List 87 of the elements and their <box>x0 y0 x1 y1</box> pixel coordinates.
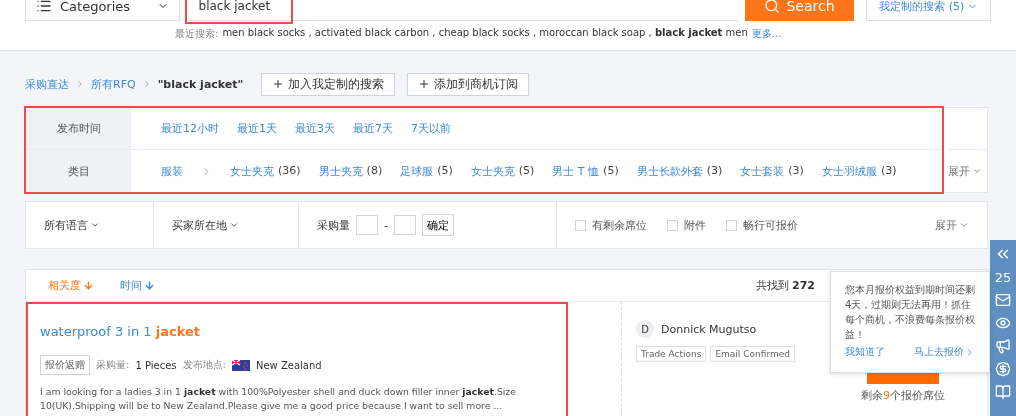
plus-icon <box>272 78 285 90</box>
chevron-right-icon <box>75 79 85 89</box>
saved-searches-button[interactable]: 我定制的搜索 (5) <box>866 0 991 21</box>
buyer-badge: Trade Actions <box>636 346 707 362</box>
expand-toggle[interactable]: 展开 <box>935 217 969 233</box>
new-zealand-flag-icon <box>231 359 250 371</box>
buyer-name: Donnick Mugutso <box>661 322 757 336</box>
checkbox-label: 畅行可报价 <box>743 217 798 233</box>
chevron-down-icon <box>90 220 100 230</box>
result-title[interactable]: waterproof 3 in 1 jacket <box>40 324 554 339</box>
mail-icon[interactable] <box>995 292 1011 308</box>
location-value: New Zealand <box>255 359 322 371</box>
search-button[interactable]: Search <box>744 0 855 21</box>
result-description: I am looking for a ladies 3 in 1 jacket with 100%Polyester shell and duck down filler inner jacket.Size 10(UK).Shipping will be to New Zealand.Please give me a good price because I want to sell more ... <box>40 385 517 413</box>
buyer-avatar: D <box>636 320 654 338</box>
filter-option[interactable]: 最近12小时 <box>161 121 219 136</box>
option-count: (3) <box>788 163 804 179</box>
option-count: (3) <box>880 163 897 179</box>
option-count: (5) <box>518 163 535 179</box>
language-dropdown[interactable]: 所有语言 <box>44 217 100 233</box>
chevron-down-icon <box>229 220 239 230</box>
filter-option[interactable]: 女士羽绒服 <box>821 163 877 179</box>
arrow-down-icon <box>83 280 94 291</box>
expand-toggle[interactable]: 展开 <box>948 163 982 179</box>
filter-option[interactable]: 7天以前 <box>411 121 451 136</box>
recent-searches: men black socks , activated black carbon , cheap black socks , moroccan black soap , black jacket men <box>222 27 748 40</box>
checkbox-label: 有剩余席位 <box>592 217 647 233</box>
filter-option[interactable]: 女士夹克 <box>230 163 274 179</box>
results-count: 共找到 272 <box>755 278 815 293</box>
filter-option[interactable]: 最近1天 <box>237 121 277 136</box>
buyer-badge: Email Confirmed <box>710 346 795 362</box>
eye-icon[interactable] <box>995 315 1011 331</box>
option-count: (3) <box>706 163 723 179</box>
checkbox[interactable] <box>667 219 678 231</box>
checkbox-label: 附件 <box>684 217 706 233</box>
filter-option[interactable]: 女士夹克 <box>470 163 515 179</box>
add-button[interactable]: 加入我定制的搜索 <box>261 72 396 96</box>
checkbox[interactable] <box>726 219 737 231</box>
option-count: (36) <box>278 163 301 179</box>
quantity-max-field[interactable] <box>394 215 416 235</box>
book-icon[interactable] <box>995 384 1011 400</box>
sort-tab[interactable]: 时间 <box>120 278 155 293</box>
checkbox[interactable] <box>575 219 586 231</box>
quantity-label: 采购量 <box>317 217 350 233</box>
breadcrumb-link[interactable]: 采购直达 <box>25 76 69 92</box>
quantity-value: 1 Pieces <box>135 359 177 371</box>
option-count: (8) <box>366 163 383 179</box>
search-icon <box>764 0 781 14</box>
megaphone-icon[interactable] <box>995 338 1011 354</box>
categories-dropdown[interactable]: Categories <box>25 0 180 21</box>
quantity-min-field[interactable] <box>356 215 378 235</box>
remaining-seats: 剩余9个报价席位 <box>861 388 945 403</box>
add-button[interactable]: 添加到商机订阅 <box>407 72 530 96</box>
result-tag: 报价返赠 <box>40 355 90 375</box>
filter-label: 类目 <box>26 150 131 192</box>
breadcrumb-link[interactable]: 所有RFQ <box>91 76 136 92</box>
side-count[interactable]: 25 <box>994 270 1012 285</box>
dismiss-link[interactable]: 我知道了 <box>845 345 885 359</box>
quantity-label: 采购量: <box>96 358 130 372</box>
filter-option[interactable]: 服装 <box>161 163 183 179</box>
dollar-badge-icon[interactable] <box>995 361 1011 377</box>
option-count: (5) <box>603 163 619 179</box>
quote-now-link[interactable]: 马上去报价 <box>914 345 975 359</box>
popover-message: 您本月报价权益到期时间还剩4天，过期则无法再用！抓住每个商机，不浪费每条报价权益！ <box>845 283 975 342</box>
filter-option[interactable]: 最近7天 <box>353 121 393 136</box>
filter-option[interactable]: 男士 T 恤 <box>552 163 600 179</box>
location-dropdown[interactable]: 买家所在地 <box>172 217 239 233</box>
filter-option[interactable]: 女士套装 <box>740 163 785 179</box>
filter-option[interactable]: 足球服 <box>400 163 434 179</box>
arrow-down-icon <box>144 280 155 291</box>
chevron-down-icon <box>959 220 969 230</box>
filter-option[interactable]: 男士夹克 <box>318 163 363 179</box>
list-icon <box>36 0 52 14</box>
search-field[interactable]: black jacket <box>185 0 739 21</box>
filter-option[interactable]: 男士长款外套 <box>636 163 703 179</box>
confirm-button[interactable]: 确定 <box>422 214 454 236</box>
location-label: 发布地点: <box>182 358 226 372</box>
range-separator: - <box>384 218 388 232</box>
filter-label: 发布时间 <box>26 108 131 149</box>
chevron-down-icon <box>972 166 982 176</box>
filter-option[interactable]: 最近3天 <box>295 121 335 136</box>
sort-tab[interactable]: 相关度 <box>48 278 94 293</box>
recent-searches-label: 最近搜索: <box>175 27 219 41</box>
breadcrumb-current: "black jacket" <box>157 77 244 91</box>
option-count: (5) <box>437 163 453 179</box>
plus-icon <box>418 78 431 90</box>
more-link[interactable]: 更多... <box>751 27 782 41</box>
